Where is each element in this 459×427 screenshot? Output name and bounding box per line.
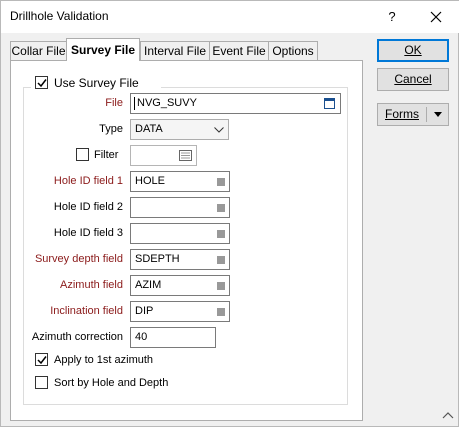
hole-id-field-1-input[interactable]: HOLE [130,171,230,192]
azimuth-correction-value: 40 [135,331,148,343]
field-list-icon[interactable] [217,308,225,316]
type-value: DATA [135,123,163,135]
close-icon [430,11,442,23]
ok-button[interactable]: OK [377,39,449,62]
file-value: NVG_SUVY [137,97,197,109]
cancel-button[interactable]: Cancel [377,68,449,91]
inclination-field-value: DIP [135,305,154,317]
type-label: Type [99,123,123,135]
azimuth-field-input[interactable]: AZIM [130,275,230,296]
hole-id-field-2-input[interactable] [130,197,230,218]
text-cursor [134,97,135,110]
apply-first-azimuth-checkbox[interactable] [35,353,48,366]
dialog-window: Drillhole Validation ? Collar File Surve… [0,0,459,427]
use-survey-file-checkbox[interactable] [35,76,48,89]
chevron-down-icon[interactable] [434,112,442,117]
tab-survey-file[interactable]: Survey File [66,38,140,61]
tab-interval-file[interactable]: Interval File [140,41,210,61]
type-select[interactable]: DATA [130,119,229,140]
field-list-icon[interactable] [217,282,225,290]
azimuth-correction-input[interactable]: 40 [130,327,216,348]
hole-id-field-3-input[interactable] [130,223,230,244]
inclination-field-label: Inclination field [50,305,123,317]
resize-up-icon[interactable] [442,411,454,419]
close-button[interactable] [421,5,451,29]
hole-id-field-2-label: Hole ID field 2 [53,201,123,213]
filter-checkbox[interactable] [76,148,89,161]
sort-by-hole-depth-label: Sort by Hole and Depth [54,377,169,389]
survey-depth-field-label: Survey depth field [34,253,123,265]
sort-by-hole-depth-checkbox[interactable] [35,376,48,389]
chevron-down-icon [214,127,224,133]
azimuth-field-label: Azimuth field [60,279,123,291]
filter-list-icon[interactable] [179,150,192,161]
ok-button-label: OK [404,43,422,57]
file-browse-icon[interactable] [324,98,335,109]
field-list-icon[interactable] [217,178,225,186]
file-input[interactable]: NVG_SUVY [130,93,341,114]
use-survey-file-label: Use Survey File [54,76,139,90]
title-bar: Drillhole Validation ? [1,1,459,33]
help-button[interactable]: ? [378,5,406,29]
field-list-icon[interactable] [217,204,225,212]
forms-button[interactable]: Forms [377,103,449,126]
filter-input[interactable] [130,145,197,166]
hole-id-field-3-label: Hole ID field 3 [53,227,123,239]
cancel-button-label: Cancel [394,72,432,86]
survey-depth-field-input[interactable]: SDEPTH [130,249,230,270]
split-separator [426,107,427,122]
window-title: Drillhole Validation [10,9,109,23]
field-list-icon[interactable] [217,256,225,264]
field-list-icon[interactable] [217,230,225,238]
file-label: File [105,97,123,109]
survey-depth-field-value: SDEPTH [135,253,180,265]
checkmark-icon [37,79,47,88]
azimuth-field-value: AZIM [135,279,162,291]
tab-event-file[interactable]: Event File [209,41,269,61]
checkmark-icon [37,356,47,365]
azimuth-correction-label: Azimuth correction [31,331,123,343]
inclination-field-input[interactable]: DIP [130,301,230,322]
tab-collar-file[interactable]: Collar File [10,41,67,61]
hole-id-field-1-value: HOLE [135,175,165,187]
apply-first-azimuth-label: Apply to 1st azimuth [54,354,154,366]
forms-button-label: Forms [385,107,419,121]
tab-options[interactable]: Options [268,41,318,61]
filter-label: Filter [94,149,119,161]
hole-id-field-1-label: Hole ID field 1 [53,175,123,187]
